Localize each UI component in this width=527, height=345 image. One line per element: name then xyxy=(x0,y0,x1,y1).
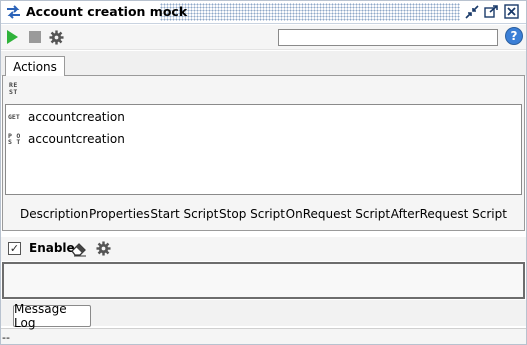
rest-service-icon: RE ST xyxy=(9,81,18,96)
action-label: accountcreation xyxy=(28,110,125,124)
title-bar-grip xyxy=(160,3,460,21)
window-title: Account creation mock xyxy=(26,4,188,19)
post-method-icon: P OS T xyxy=(8,131,21,146)
tab-strip xyxy=(0,51,527,76)
enable-label: Enable xyxy=(29,241,75,255)
play-icon[interactable] xyxy=(3,28,21,46)
tab-onrequest-script[interactable]: OnRequest Script xyxy=(286,207,390,223)
eraser-icon[interactable] xyxy=(70,241,88,257)
list-item[interactable]: GET accountcreation xyxy=(8,108,308,126)
status-text: -- xyxy=(2,331,10,344)
tab-start-script[interactable]: Start Script xyxy=(150,207,218,223)
tab-message-log[interactable]: Message Log xyxy=(13,302,91,330)
list-item[interactable]: P OS T accountcreation xyxy=(8,130,308,148)
stop-icon[interactable] xyxy=(26,28,44,46)
tab-properties[interactable]: Properties xyxy=(89,207,150,223)
gear-icon[interactable] xyxy=(47,28,65,46)
enable-checkbox[interactable]: ✓ xyxy=(8,242,21,255)
status-bar xyxy=(0,328,527,345)
tab-afterrequest-script[interactable]: AfterRequest Script xyxy=(391,207,507,223)
message-log-area[interactable] xyxy=(2,262,525,299)
action-label: accountcreation xyxy=(28,132,125,146)
detail-tabs: Description Properties Start Script Stop… xyxy=(6,207,521,223)
restore-icon[interactable] xyxy=(463,3,480,20)
search-input[interactable] xyxy=(278,29,498,46)
tab-actions[interactable]: Actions xyxy=(5,56,65,76)
maximize-icon[interactable] xyxy=(482,3,499,20)
tab-description[interactable]: Description xyxy=(20,207,88,223)
help-icon[interactable]: ? xyxy=(505,27,523,45)
tab-stop-script[interactable]: Stop Script xyxy=(219,207,285,223)
gear-icon[interactable] xyxy=(96,241,112,257)
mock-service-icon xyxy=(5,4,22,20)
get-method-icon: GET xyxy=(8,112,20,121)
close-icon[interactable] xyxy=(503,3,520,20)
